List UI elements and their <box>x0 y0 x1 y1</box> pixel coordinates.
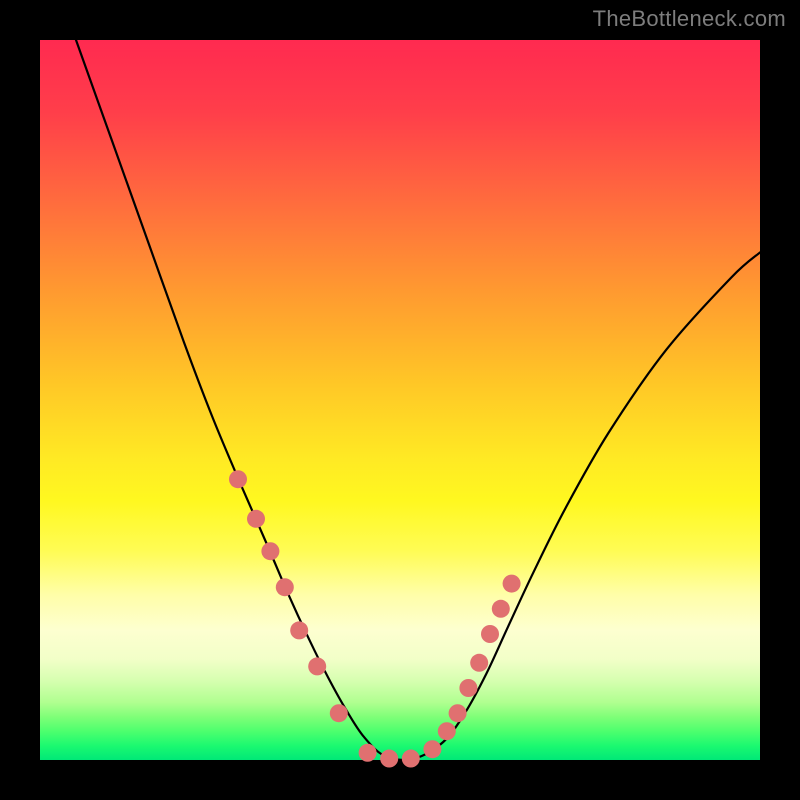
highlight-point <box>459 679 477 697</box>
watermark-label: TheBottleneck.com <box>593 6 786 32</box>
highlight-point <box>402 750 420 768</box>
highlight-point <box>359 744 377 762</box>
highlight-point <box>438 722 456 740</box>
highlight-point <box>290 621 308 639</box>
highlight-point <box>423 740 441 758</box>
highlight-point <box>330 704 348 722</box>
highlight-point <box>229 470 247 488</box>
highlight-point <box>276 578 294 596</box>
highlight-point <box>261 542 279 560</box>
bottleneck-curve <box>76 40 760 760</box>
highlight-point <box>308 657 326 675</box>
chart-frame: TheBottleneck.com <box>0 0 800 800</box>
chart-svg <box>40 40 760 760</box>
highlight-point <box>247 510 265 528</box>
highlight-points-group <box>229 470 521 767</box>
highlight-point <box>449 704 467 722</box>
highlight-point <box>492 600 510 618</box>
highlight-point <box>470 654 488 672</box>
highlight-point <box>503 575 521 593</box>
highlight-point <box>380 750 398 768</box>
highlight-point <box>481 625 499 643</box>
